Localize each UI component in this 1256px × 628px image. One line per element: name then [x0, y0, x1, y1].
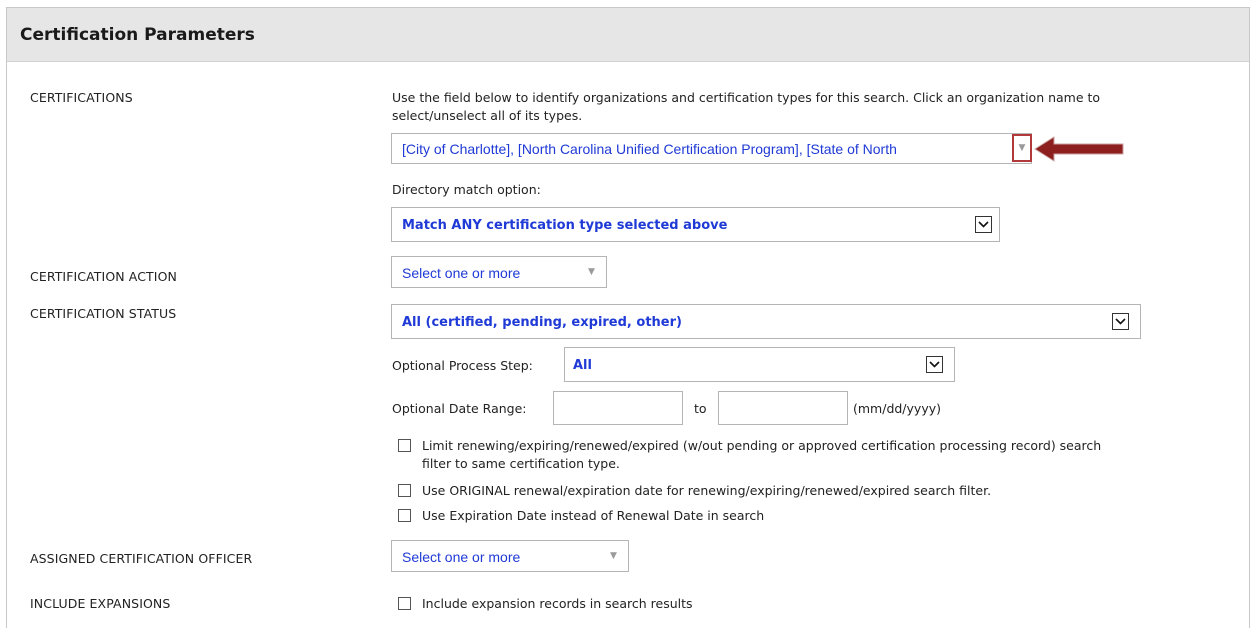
date-to-input[interactable] — [718, 391, 848, 425]
certification-action-label: CERTIFICATION ACTION — [30, 269, 177, 284]
certifications-multiselect[interactable]: [City of Charlotte], [North Carolina Uni… — [391, 133, 1032, 164]
date-range-label: Optional Date Range: — [392, 401, 527, 416]
certification-status-label: CERTIFICATION STATUS — [30, 306, 177, 321]
date-to-label: to — [694, 401, 707, 416]
expiration-date-checkbox[interactable] — [398, 509, 411, 522]
original-date-checkbox[interactable] — [398, 484, 411, 497]
limit-same-type-label-line2: filter to same certification type. — [422, 456, 620, 471]
process-step-label: Optional Process Step: — [392, 358, 533, 373]
process-step-value: All — [573, 358, 592, 373]
directory-match-value: Match ANY certification type selected ab… — [402, 218, 728, 233]
caret-down-icon: ▼ — [588, 267, 595, 277]
date-from-input[interactable] — [553, 391, 683, 425]
include-expansions-option-label: Include expansion records in search resu… — [422, 596, 693, 611]
original-date-label: Use ORIGINAL renewal/expiration date for… — [422, 483, 992, 498]
certifications-help-text-line2: select/unselect all of its types. — [392, 108, 583, 123]
certification-status-value: All (certified, pending, expired, other) — [402, 315, 682, 330]
caret-down-icon: ▼ — [1018, 143, 1026, 153]
certifications-help-text-line1: Use the field below to identify organiza… — [392, 90, 1101, 105]
process-step-select[interactable]: All — [564, 347, 955, 382]
directory-match-label: Directory match option: — [392, 182, 541, 197]
include-expansions-checkbox[interactable] — [398, 597, 411, 610]
date-format-hint: (mm/dd/yyyy) — [853, 401, 941, 416]
limit-same-type-checkbox[interactable] — [398, 439, 411, 452]
certification-status-select[interactable]: All (certified, pending, expired, other) — [391, 304, 1141, 339]
annotation-arrow-icon — [1034, 136, 1124, 162]
panel-title: Certification Parameters — [20, 24, 255, 45]
certifications-selected-value: [City of Charlotte], [North Carolina Uni… — [402, 141, 897, 157]
panel-header: Certification Parameters — [7, 8, 1249, 62]
expiration-date-label: Use Expiration Date instead of Renewal D… — [422, 508, 765, 523]
chevron-down-icon — [1112, 313, 1129, 330]
chevron-down-icon — [975, 216, 992, 233]
directory-match-select[interactable]: Match ANY certification type selected ab… — [391, 207, 1000, 242]
certifications-dropdown-toggle[interactable]: ▼ — [1012, 134, 1032, 162]
chevron-down-icon — [926, 356, 943, 373]
limit-same-type-label-line1: Limit renewing/expiring/renewed/expired … — [422, 438, 1102, 453]
assigned-officer-label: ASSIGNED CERTIFICATION OFFICER — [30, 551, 253, 566]
assigned-officer-multiselect[interactable]: Select one or more ▼ — [391, 540, 629, 572]
assigned-officer-placeholder: Select one or more — [402, 549, 521, 565]
include-expansions-label: INCLUDE EXPANSIONS — [30, 596, 171, 611]
certification-action-placeholder: Select one or more — [402, 265, 521, 281]
caret-down-icon: ▼ — [610, 551, 617, 561]
certification-action-multiselect[interactable]: Select one or more ▼ — [391, 256, 607, 288]
certifications-label: CERTIFICATIONS — [30, 90, 133, 105]
